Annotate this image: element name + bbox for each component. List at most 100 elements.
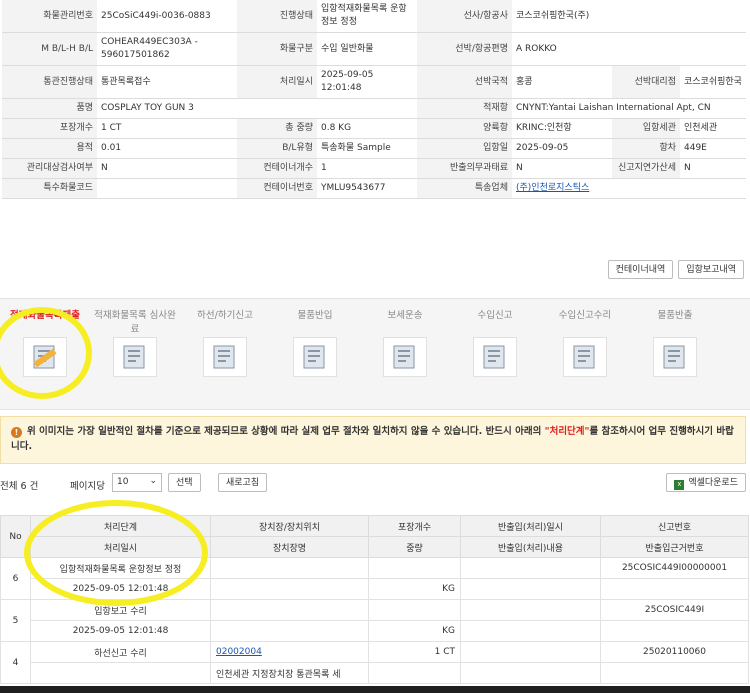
row-io-content [460, 578, 601, 600]
row-report-no: 25020110060 [600, 641, 749, 663]
info-value: 수입 일반화물 [317, 32, 417, 66]
info-label: 특송업체 [417, 178, 512, 199]
info-value: COSPLAY TOY GUN 3 [97, 98, 417, 119]
table-row: 2025-09-05 12:01:48 KG [1, 620, 749, 642]
info-value[interactable]: (주)인천로지스틱스 [512, 178, 747, 199]
table-row: 2025-09-05 12:01:48 KG [1, 578, 749, 600]
col-location: 장치장/장치위치 [210, 515, 369, 537]
table-row: 5 입항보고 수리 25COSIC449I [0, 599, 749, 642]
info-row: M B/L-H B/L COHEAR449EC303A - 59601750186… [2, 32, 747, 66]
info-value: YMLU9543677 [317, 178, 417, 199]
row-stage: 입항보고 수리 [30, 599, 211, 621]
row-location-name: 인천세관 지정장치장 통관목록 세 [210, 662, 369, 684]
excel-download-button[interactable]: x 엑셀다운로드 [666, 473, 746, 492]
step-6: 수입신고 [450, 299, 540, 409]
info-value: 2025-09-05 12:01:48 [317, 65, 417, 99]
step-5: 보세운송 [360, 299, 450, 409]
info-value: KRINC:인천항 [512, 118, 612, 139]
document-icon [23, 337, 67, 377]
row-report-no: 25COSIC449I00000001 [600, 557, 749, 579]
info-label: 용적 [2, 138, 97, 159]
info-label: 신고지연가산세 [612, 158, 680, 179]
row-date: 2025-09-05 12:01:48 [30, 620, 211, 642]
info-label: 선박대리점 [612, 65, 680, 99]
per-page-select[interactable]: 10 ⌄ [112, 473, 162, 492]
col-weight: 중량 [368, 536, 461, 558]
row-weight: KG [368, 578, 461, 600]
info-label: 통관진행상태 [2, 65, 97, 99]
info-value: N [97, 158, 237, 179]
refresh-button[interactable]: 새로고침 [218, 473, 268, 492]
container-list-button[interactable]: 컨테이너내역 [607, 260, 674, 279]
step-label: 수입신고 [477, 310, 513, 321]
row-no: 4 [0, 641, 31, 684]
row-weight [368, 662, 461, 684]
info-row: 화물관리번호 25CoSiC449i-0036-0883 진행상태 입항적재화물목록 … [2, 0, 747, 33]
row-package: 1 CT [368, 641, 461, 663]
row-stage: 입항적재화물목록 운항정보 정정 [30, 557, 211, 579]
table-row: 6 입항적재화물목록 운항정보 정정 25COSIC449I00000001 [0, 557, 749, 600]
info-row: 특수화물코드 컨테이너번호 YMLU9543677 특송업체 (주)인천로지스틱스 [2, 178, 747, 199]
info-label: 선사/항공사 [417, 0, 512, 33]
warning-icon: ! [11, 427, 22, 438]
row-date [30, 662, 211, 684]
step-7: 수입신고수리 [540, 299, 630, 409]
col-stage: 처리단계 [30, 515, 211, 537]
info-value: 449E [680, 138, 747, 159]
info-label: 관리대상검사여부 [2, 158, 97, 179]
courier-link[interactable]: (주)인천로지스틱스 [516, 183, 589, 193]
info-label: M B/L-H B/L [2, 32, 97, 66]
row-location [210, 599, 369, 621]
info-label: 특수화물코드 [2, 178, 97, 199]
col-basis-no: 반출입근거번호 [600, 536, 749, 558]
step-8: 물품반출 [630, 299, 720, 409]
info-value: CNYNT:Yantai Laishan International Apt, … [512, 98, 747, 119]
location-link[interactable]: 02002004 [216, 647, 262, 657]
row-io-content [460, 620, 601, 642]
stamp-icon [113, 337, 157, 377]
select-button[interactable]: 선택 [168, 473, 201, 492]
info-label: 적재항 [417, 98, 512, 119]
step-1: 적재화물목록제출 [0, 299, 90, 409]
chevron-down-icon: ⌄ [149, 476, 157, 486]
row-stage: 하선신고 수리 [30, 641, 211, 663]
info-value: 홍콩 [512, 65, 612, 99]
info-value: 인천세관 [680, 118, 747, 139]
info-value: 코스코쉬핑한국(주) [512, 0, 747, 33]
info-value: A ROKKO [512, 32, 747, 66]
row-location-name [210, 578, 369, 600]
excel-icon: x [674, 480, 685, 490]
info-label: 양륙항 [417, 118, 512, 139]
col-date: 처리일시 [30, 536, 211, 558]
col-io-content: 반출입(처리)내용 [460, 536, 601, 558]
arrival-report-list-button[interactable]: 입항보고내역 [678, 260, 744, 279]
info-label: 선박국적 [417, 65, 512, 99]
row-date: 2025-09-05 12:01:48 [30, 578, 211, 600]
info-value: 25CoSiC449i-0036-0883 [97, 0, 237, 33]
truck-icon [383, 337, 427, 377]
info-value: 0.8 KG [317, 118, 417, 139]
info-row: 용적 0.01 B/L유형 특송화물 Sample 입항일 2025-09-05 항차 449… [2, 138, 747, 159]
info-label: 화물관리번호 [2, 0, 97, 33]
info-label: 입항일 [417, 138, 512, 159]
row-io-date [460, 557, 601, 579]
info-label: 처리일시 [237, 65, 317, 99]
info-label: 선박/항공편명 [417, 32, 512, 66]
info-label: 진행상태 [237, 0, 317, 33]
table-row: 4 하선신고 수리 02002004 1 CT 25020110060 [0, 641, 749, 684]
info-row: 관리대상검사여부 N 컨테이너개수 1 반출의무과태료 N 신고지연가산세 N [2, 158, 747, 179]
row-location[interactable]: 02002004 [210, 641, 369, 663]
list-controls: 전체 6 건 페이지당 10 ⌄ 선택 새로고침 x 엑셀다운로드 [0, 473, 750, 495]
info-label: 반출의무과태료 [417, 158, 512, 179]
info-value: 2025-09-05 [512, 138, 612, 159]
row-io-date [460, 641, 601, 663]
step-3: 하선/하기신고 [180, 299, 270, 409]
step-4: 물품반입 [270, 299, 360, 409]
paper-icon [203, 337, 247, 377]
info-value: N [512, 158, 612, 179]
info-value: 통관목록접수 [97, 65, 237, 99]
row-location [210, 557, 369, 579]
info-label: 입항세관 [612, 118, 680, 139]
row-no: 5 [0, 599, 31, 642]
row-weight: KG [368, 620, 461, 642]
